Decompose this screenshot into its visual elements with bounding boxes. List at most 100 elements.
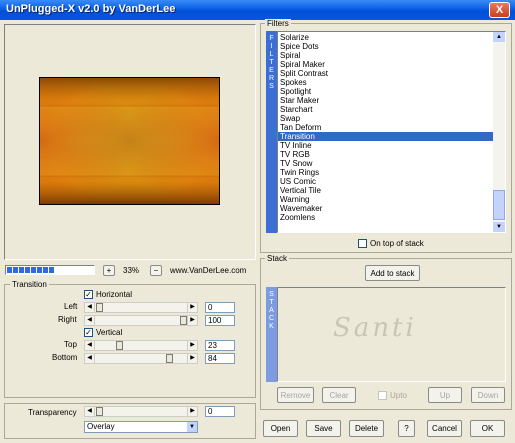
stack-list[interactable]: Santi: [277, 287, 506, 382]
vertical-label: Vertical: [96, 328, 123, 337]
filter-list-item[interactable]: Tan Deform: [278, 123, 493, 132]
progress-bar: [5, 265, 95, 275]
filter-list-item[interactable]: Spiral Maker: [278, 60, 493, 69]
filters-list[interactable]: Solarize Spice Dots Spiral Spiral Maker Spli…: [277, 31, 506, 233]
side-letter: S: [269, 291, 274, 298]
progress-fill: [7, 267, 56, 273]
filter-list-item[interactable]: Spotlight: [278, 87, 493, 96]
side-letter: E: [269, 67, 274, 74]
delete-button[interactable]: Delete: [349, 420, 384, 437]
transparency-slider[interactable]: ◀ ▶: [84, 406, 198, 417]
zoom-in-button[interactable]: +: [103, 265, 115, 276]
filter-list-item[interactable]: Wavemaker: [278, 204, 493, 213]
open-button[interactable]: Open: [263, 420, 298, 437]
side-letter: S: [269, 83, 274, 90]
transition-group-label: Transition: [10, 280, 49, 289]
preview-pane: [4, 24, 256, 260]
preview-image: [39, 77, 220, 205]
side-letter: F: [269, 35, 274, 42]
top-value-field[interactable]: 23: [205, 340, 235, 351]
bottom-slider-arrow-left[interactable]: ◀: [85, 354, 95, 363]
bottom-slider-arrow-right[interactable]: ▶: [187, 354, 197, 363]
filter-list-item[interactable]: Warning: [278, 195, 493, 204]
side-letter: T: [269, 299, 274, 306]
right-label: Right: [58, 315, 77, 324]
horizontal-label: Horizontal: [96, 290, 133, 299]
filter-list-item[interactable]: US Comic: [278, 177, 493, 186]
top-label: Top: [64, 340, 77, 349]
filter-list-item[interactable]: Starchart: [278, 105, 493, 114]
filters-scrollbar[interactable]: ▲ ▼: [493, 32, 505, 232]
window-title: UnPlugged-X v2.0 by VanDerLee: [6, 3, 176, 15]
left-slider-arrow-left[interactable]: ◀: [85, 303, 95, 312]
filter-list-item[interactable]: Spokes: [278, 78, 493, 87]
filter-list-item[interactable]: Solarize: [278, 33, 493, 42]
transparency-slider-thumb[interactable]: [96, 407, 103, 416]
remove-button[interactable]: Remove: [277, 387, 314, 403]
help-button[interactable]: ?: [398, 420, 415, 437]
bottom-label: Bottom: [52, 353, 78, 362]
clear-button[interactable]: Clear: [322, 387, 356, 403]
right-slider[interactable]: ◀ ▶: [84, 315, 198, 326]
cancel-button[interactable]: Cancel: [427, 420, 462, 437]
blend-mode-value: Overlay: [87, 422, 115, 431]
close-button[interactable]: X: [489, 2, 510, 18]
left-slider-arrow-right[interactable]: ▶: [187, 303, 197, 312]
website-link[interactable]: www.VanDerLee.com: [170, 266, 246, 275]
filter-list-item[interactable]: Twin Rings: [278, 168, 493, 177]
bottom-slider-thumb[interactable]: [166, 354, 173, 363]
stack-side-bar: S T A C K: [266, 287, 277, 382]
add-to-stack-button[interactable]: Add to stack: [365, 265, 420, 281]
right-value-field[interactable]: 100: [205, 315, 235, 326]
down-button[interactable]: Down: [471, 387, 505, 403]
left-value-field[interactable]: 0: [205, 302, 235, 313]
right-slider-arrow-left[interactable]: ◀: [85, 316, 95, 325]
vertical-checkbox[interactable]: ✓: [84, 328, 93, 337]
zoom-value: 33%: [123, 266, 140, 275]
scroll-down-arrow[interactable]: ▼: [493, 222, 505, 232]
save-button[interactable]: Save: [306, 420, 341, 437]
filter-list-item[interactable]: Vertical Tile: [278, 186, 493, 195]
zoom-out-button[interactable]: −: [150, 265, 162, 276]
filter-list-item[interactable]: Zoomlens: [278, 213, 493, 222]
top-slider-arrow-left[interactable]: ◀: [85, 341, 95, 350]
stack-group-label: Stack: [265, 254, 290, 263]
up-button[interactable]: Up: [428, 387, 462, 403]
filter-list-item[interactable]: TV Snow: [278, 159, 493, 168]
upto-checkbox[interactable]: [378, 391, 387, 400]
left-slider[interactable]: ◀ ▶: [84, 302, 198, 313]
transparency-slider-arrow-left[interactable]: ◀: [85, 407, 95, 416]
filter-list-item[interactable]: TV Inline: [278, 141, 493, 150]
side-letter: C: [268, 315, 275, 322]
horizontal-checkbox[interactable]: ✓: [84, 290, 93, 299]
filters-side-bar: F I L T E R S: [266, 31, 277, 233]
filter-list-item[interactable]: Transition: [278, 132, 493, 141]
side-letter: A: [269, 307, 274, 314]
filter-list-item[interactable]: Star Maker: [278, 96, 493, 105]
bottom-slider[interactable]: ◀ ▶: [84, 353, 198, 364]
top-slider-arrow-right[interactable]: ▶: [187, 341, 197, 350]
filter-list-item[interactable]: Spice Dots: [278, 42, 493, 51]
filter-list-item[interactable]: Spiral: [278, 51, 493, 60]
transparency-slider-arrow-right[interactable]: ▶: [187, 407, 197, 416]
on-top-checkbox[interactable]: [358, 239, 367, 248]
blend-mode-select[interactable]: Overlay ▼: [84, 421, 198, 433]
filter-list-item[interactable]: Swap: [278, 114, 493, 123]
side-letter: L: [269, 51, 274, 58]
ok-button[interactable]: OK: [470, 420, 505, 437]
top-slider[interactable]: ◀ ▶: [84, 340, 198, 351]
chevron-down-icon[interactable]: ▼: [187, 422, 197, 432]
side-letter: K: [269, 323, 274, 330]
filter-list-item[interactable]: TV RGB: [278, 150, 493, 159]
scrollbar-thumb[interactable]: [493, 190, 505, 220]
side-letter: I: [270, 43, 273, 50]
side-letter: R: [268, 75, 275, 82]
filter-list-item[interactable]: Split Contrast: [278, 69, 493, 78]
scroll-up-arrow[interactable]: ▲: [493, 32, 505, 42]
right-slider-arrow-right[interactable]: ▶: [187, 316, 197, 325]
top-slider-thumb[interactable]: [116, 341, 123, 350]
right-slider-thumb[interactable]: [180, 316, 187, 325]
bottom-value-field[interactable]: 84: [205, 353, 235, 364]
left-slider-thumb[interactable]: [96, 303, 103, 312]
transparency-value-field[interactable]: 0: [205, 406, 235, 417]
